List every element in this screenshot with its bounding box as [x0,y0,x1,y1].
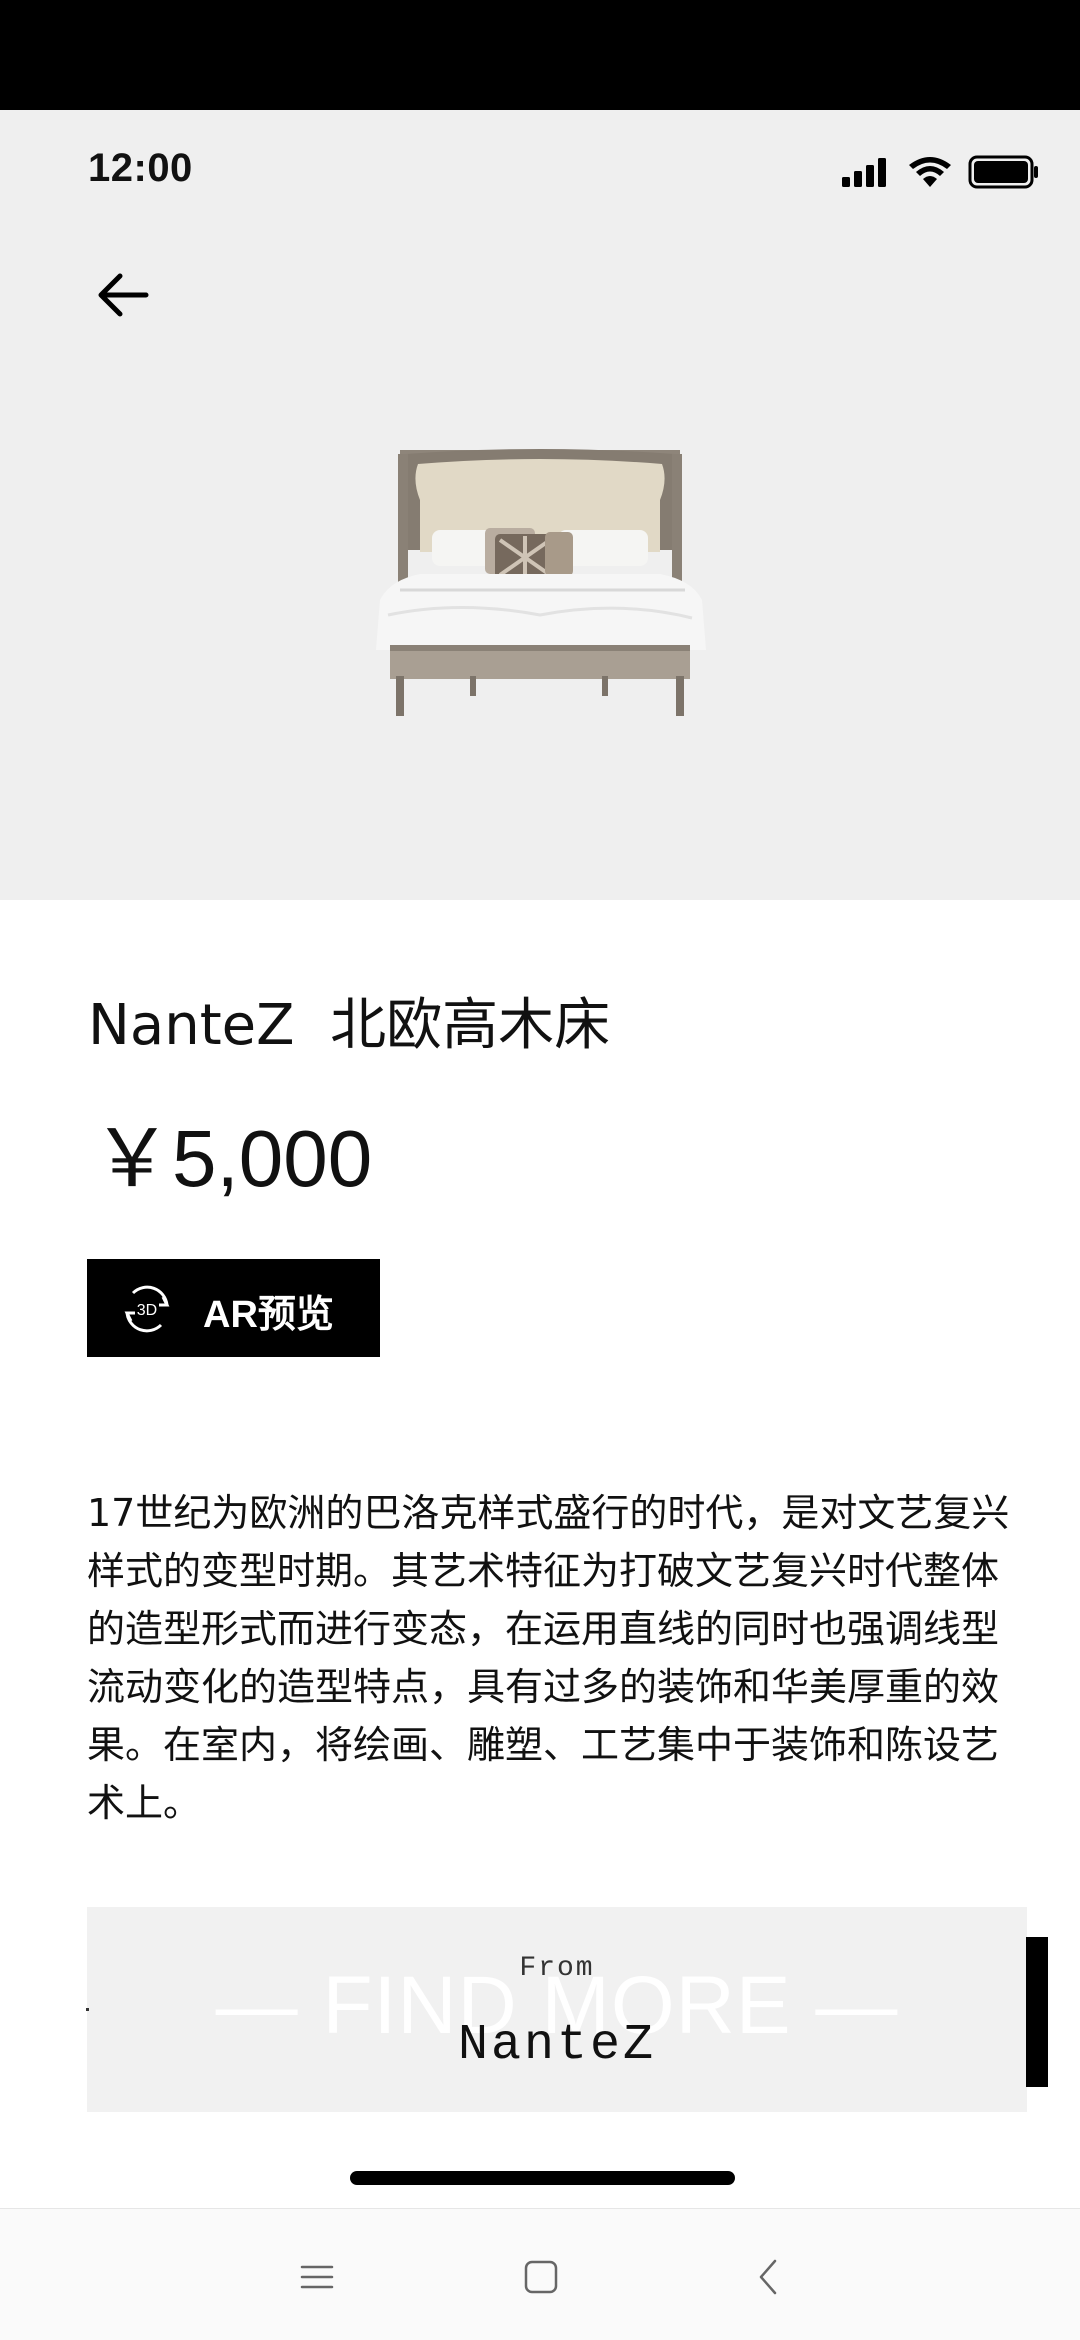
wifi-icon [909,157,951,187]
battery-icon [968,155,1038,189]
3d-icon-text: 3D [137,1302,157,1319]
product-title: NanteZ 北欧高木床 [88,993,611,1058]
ar-preview-label: AR预览 [203,1294,334,1336]
system-navigation-bar [0,2208,1080,2340]
home-indicator[interactable] [350,2171,735,2185]
signal-icon [842,158,886,187]
status-icons [840,152,1040,192]
back-button[interactable] [82,255,162,335]
ar-preview-button[interactable]: 3D AR预览 [87,1259,380,1357]
status-time: 12:00 [88,146,193,190]
decorative-dot [86,2008,89,2011]
product-price: ￥5,000 [92,1114,373,1203]
chevron-left-icon [759,2259,777,2295]
bed-product-image [376,449,706,716]
nav-back-button[interactable] [738,2247,798,2307]
square-home-icon [524,2260,558,2294]
product-description: 17世纪为欧洲的巴洛克样式盛行的时代，是对文艺复兴样式的变型时期。其艺术特征为打… [87,1491,1010,1825]
arrow-left-icon [98,273,149,317]
menu-icon [300,2265,334,2289]
nav-menu-button[interactable] [287,2247,347,2307]
top-black-bar [0,0,1080,110]
brand-promo-card[interactable]: — FIND MORE — From NanteZ [87,1907,1027,2112]
promo-from-label: From [519,1953,595,1984]
status-bar: 12:00 [0,110,1080,235]
promo-brand-name: NanteZ [457,2017,657,2074]
3d-rotate-icon: 3D [124,1285,170,1333]
side-scroll-indicator [1026,1937,1048,2087]
nav-home-button[interactable] [511,2247,571,2307]
